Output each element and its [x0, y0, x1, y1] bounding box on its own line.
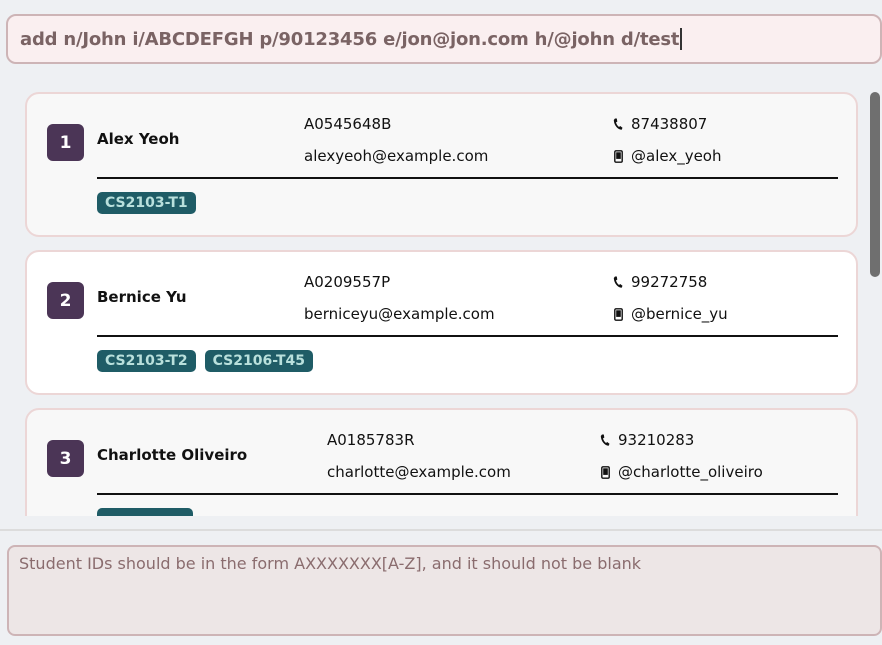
student-id: A0545648B [304, 115, 392, 133]
tag: CS2106-T45 [204, 350, 314, 372]
tag-list: CS2103-T2 CS2106-T45 [97, 350, 314, 372]
text-caret [680, 28, 682, 50]
phone-number: 99272758 [631, 273, 708, 291]
student-card[interactable]: 1 Alex Yeoh A0545648B alexyeoh@example.c… [25, 92, 858, 237]
index-badge: 2 [47, 282, 84, 319]
student-list-panel[interactable]: 1 Alex Yeoh A0545648B alexyeoh@example.c… [0, 78, 882, 516]
mobile-icon [611, 148, 625, 164]
phone-number: 93210283 [618, 431, 695, 449]
mobile-icon [611, 306, 625, 322]
telegram-handle: @charlotte_oliveiro [618, 463, 763, 481]
card-divider [97, 335, 838, 337]
card-divider [97, 493, 838, 495]
index-badge: 3 [47, 440, 84, 477]
student-id: A0185783R [327, 431, 415, 449]
phone-row: 99272758 [611, 273, 707, 291]
student-card[interactable]: 2 Bernice Yu A0209557P berniceyu@example… [25, 250, 858, 395]
student-email: berniceyu@example.com [304, 305, 495, 323]
command-input-box[interactable]: add n/John i/ABCDEFGH p/90123456 e/jon@j… [6, 14, 882, 64]
mobile-icon [598, 464, 612, 480]
pane-divider[interactable] [0, 529, 882, 531]
student-name: Alex Yeoh [97, 130, 180, 148]
card-divider [97, 177, 838, 179]
phone-row: 93210283 [598, 431, 694, 449]
result-message: Student IDs should be in the form AXXXXX… [19, 554, 642, 573]
student-email: charlotte@example.com [327, 463, 511, 481]
telegram-handle: @alex_yeoh [631, 147, 722, 165]
tag-list [97, 508, 193, 516]
student-name: Bernice Yu [97, 288, 187, 306]
telegram-row: @alex_yeoh [611, 147, 722, 165]
tag-list: CS2103-T1 [97, 192, 196, 214]
student-id: A0209557P [304, 273, 391, 291]
student-email: alexyeoh@example.com [304, 147, 489, 165]
telegram-row: @bernice_yu [611, 305, 728, 323]
phone-icon [611, 116, 625, 132]
tag [97, 508, 193, 516]
command-input[interactable]: add n/John i/ABCDEFGH p/90123456 e/jon@j… [20, 29, 679, 50]
phone-row: 87438807 [611, 115, 707, 133]
list-scrollbar-thumb[interactable] [870, 92, 880, 277]
result-display[interactable]: Student IDs should be in the form AXXXXX… [7, 545, 882, 636]
student-card[interactable]: 3 Charlotte Oliveiro A0185783R charlotte… [25, 408, 858, 516]
tag: CS2103-T2 [97, 350, 196, 372]
index-badge: 1 [47, 124, 84, 161]
phone-icon [611, 274, 625, 290]
telegram-row: @charlotte_oliveiro [598, 463, 763, 481]
phone-icon [598, 432, 612, 448]
phone-number: 87438807 [631, 115, 708, 133]
student-name: Charlotte Oliveiro [97, 446, 248, 464]
tag: CS2103-T1 [97, 192, 196, 214]
telegram-handle: @bernice_yu [631, 305, 728, 323]
